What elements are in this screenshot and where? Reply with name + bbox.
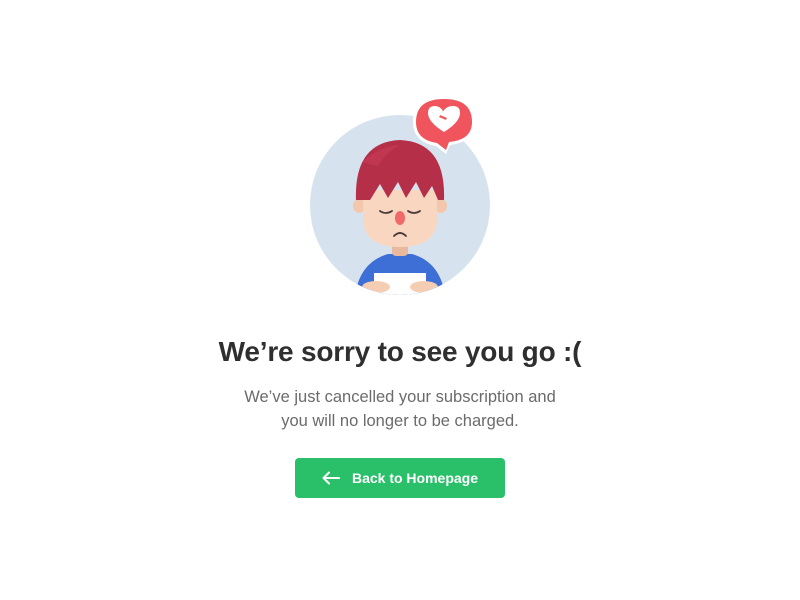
sad-boy-illustration [300,90,500,310]
arrow-left-icon [322,471,340,485]
page-title: We’re sorry to see you go :( [218,336,582,367]
cancellation-message: We’ve just cancelled your subscription a… [200,385,600,433]
back-to-homepage-button[interactable]: Back to Homepage [295,458,505,498]
back-to-homepage-label: Back to Homepage [351,470,479,486]
cancellation-message-line-1: We’ve just cancelled your subscription a… [244,388,556,406]
cancellation-message-line-2: you will no longer to be charged. [281,412,519,430]
sad-boy-avatar [310,96,490,295]
